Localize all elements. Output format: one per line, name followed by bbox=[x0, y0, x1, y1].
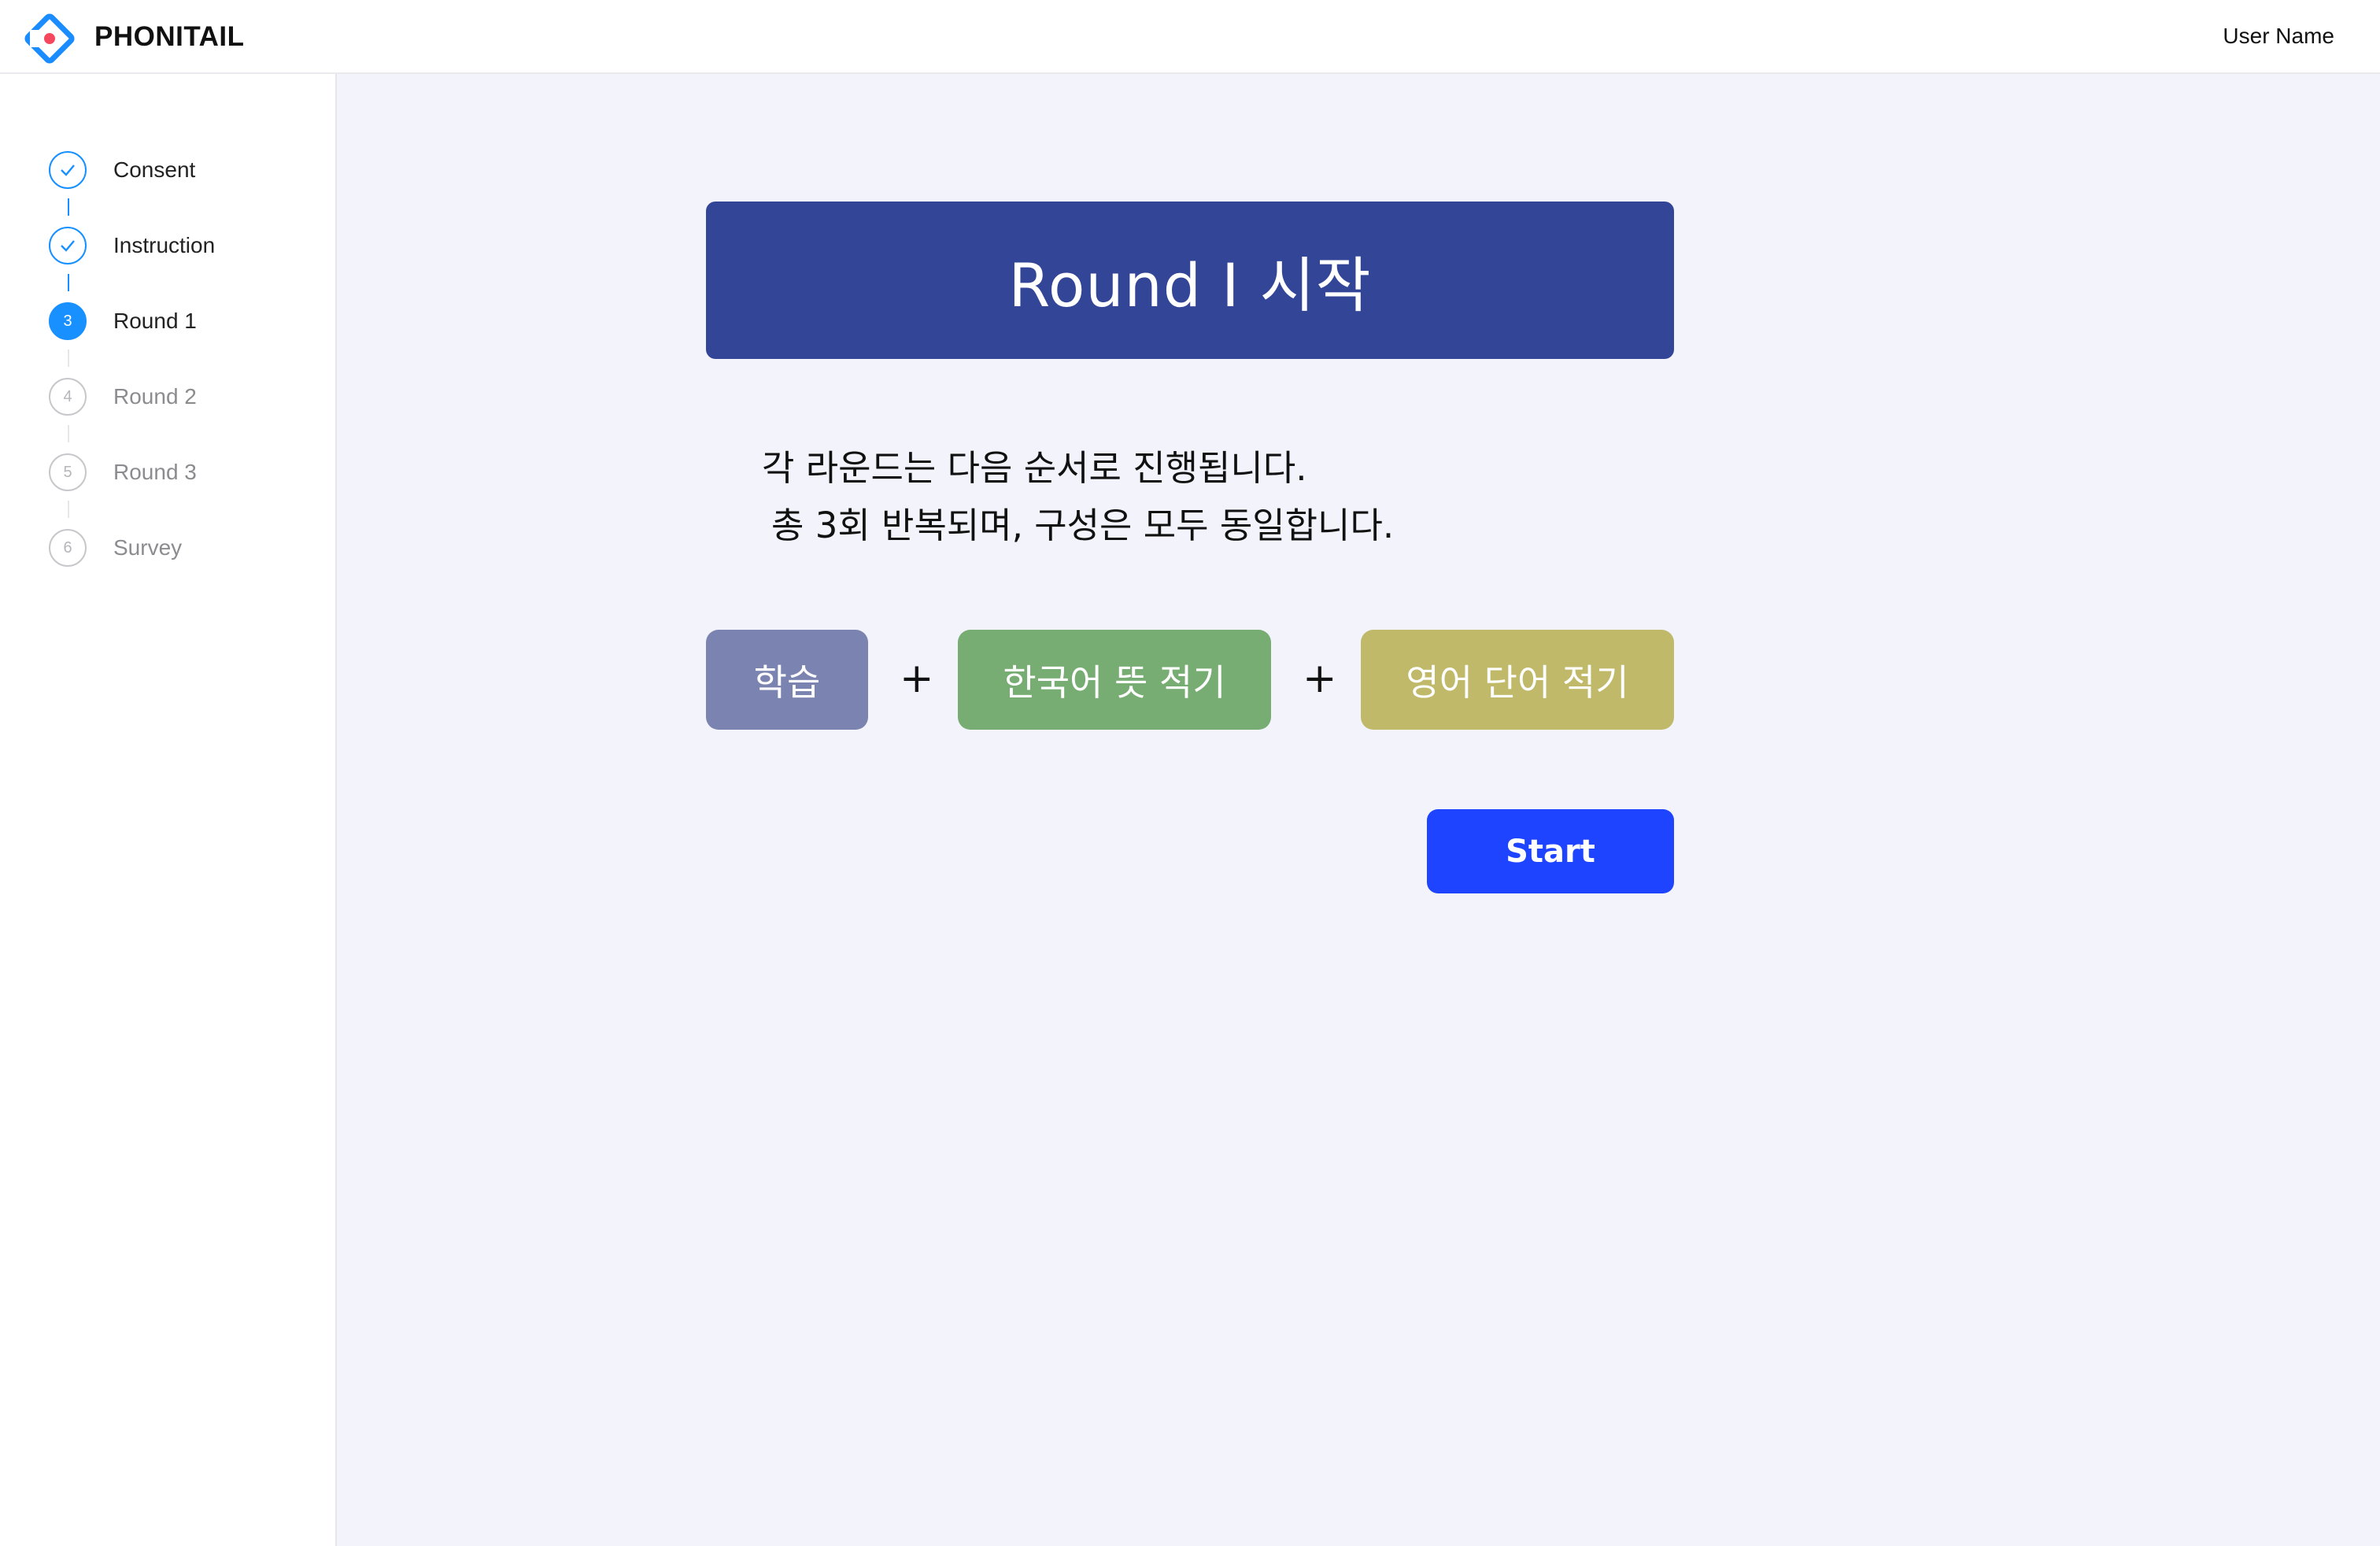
check-icon bbox=[49, 151, 87, 189]
description-line-1: 각 라운드는 다음 순서로 진행됩니다. bbox=[762, 447, 1307, 489]
step-label-round-3: Round 3 bbox=[113, 460, 197, 484]
step-label-survey: Survey bbox=[113, 535, 183, 560]
description-line-2: 총 3회 반복되며, 구성은 모두 동일합니다. bbox=[771, 505, 1395, 546]
step-consent: Consent bbox=[49, 151, 316, 189]
plus-sign: + bbox=[900, 655, 934, 702]
step-survey: 6 Survey bbox=[49, 529, 316, 567]
step-label-consent: Consent bbox=[113, 157, 196, 182]
sequence-step-korean-meaning: 한국어 뜻 적기 bbox=[958, 630, 1271, 730]
round-title: Round I 시작 bbox=[1008, 250, 1372, 320]
step-number-badge: 4 bbox=[49, 378, 87, 416]
progress-sidebar: Consent Instruction 3 Round 1 4 Round 2 … bbox=[0, 74, 337, 1546]
check-icon bbox=[49, 227, 87, 264]
user-name[interactable]: User Name bbox=[2223, 24, 2334, 49]
step-number-badge: 6 bbox=[49, 529, 87, 567]
top-header: PHONITAIL User Name bbox=[0, 0, 2380, 74]
sequence-step-english-word: 영어 단어 적기 bbox=[1361, 630, 1674, 730]
step-connector bbox=[68, 501, 69, 518]
start-button[interactable]: Start bbox=[1427, 809, 1674, 893]
step-connector bbox=[68, 425, 69, 442]
step-label-round-2: Round 2 bbox=[113, 384, 197, 409]
step-number-badge: 5 bbox=[49, 453, 87, 491]
step-instruction: Instruction bbox=[49, 227, 316, 264]
sequence-step-learn: 학습 bbox=[706, 630, 868, 730]
step-round-1: 3 Round 1 bbox=[49, 302, 316, 340]
step-round-2: 4 Round 2 bbox=[49, 378, 316, 416]
step-round-3: 5 Round 3 bbox=[49, 453, 316, 491]
step-connector bbox=[68, 350, 69, 367]
phonitail-logo-icon[interactable] bbox=[24, 13, 76, 65]
step-connector bbox=[68, 198, 69, 216]
round-banner: Round I 시작 bbox=[706, 202, 1674, 359]
round-description: 각 라운드는 다음 순서로 진행됩니다. 총 3회 반복되며, 구성은 모두 동… bbox=[762, 439, 1394, 554]
step-number-badge: 3 bbox=[49, 302, 87, 340]
plus-sign: + bbox=[1303, 655, 1337, 702]
step-label-round-1: Round 1 bbox=[113, 309, 197, 333]
step-connector bbox=[68, 274, 69, 291]
app-title: PHONITAIL bbox=[94, 21, 245, 52]
step-label-instruction: Instruction bbox=[113, 233, 216, 257]
